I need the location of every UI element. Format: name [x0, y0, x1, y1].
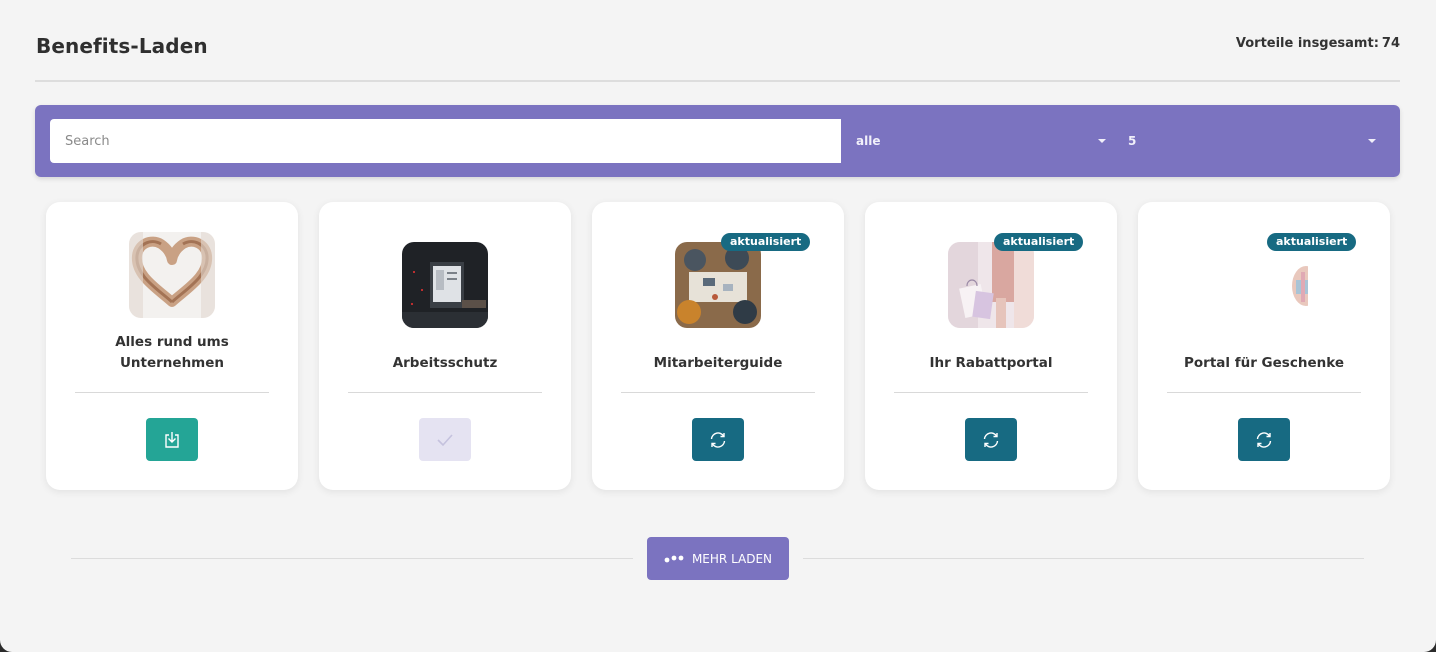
team-meeting-image: [675, 242, 761, 328]
check-icon: [437, 433, 453, 446]
benefits-store-page: Benefits-Laden Vorteile insgesamt:74 all…: [0, 0, 1436, 652]
heart-hands-image: [129, 232, 215, 318]
benefit-card: Alles rund ums Unternehmen: [46, 202, 298, 490]
refresh-icon: [710, 431, 726, 448]
benefit-card-title: Ihr Rabattportal: [929, 355, 1053, 371]
caret-down-icon: [1368, 139, 1376, 143]
benefits-total-label: Vorteile insgesamt:: [1235, 36, 1379, 51]
benefit-card: aktualisiert Portal für Geschenke: [1138, 202, 1390, 490]
benefit-card-title: Mitarbeiterguide: [653, 355, 783, 371]
page-size-select-value: 5: [1128, 134, 1137, 148]
card-divider: [621, 392, 815, 393]
card-divider: [1167, 392, 1361, 393]
benefit-card: Arbeitsschutz: [319, 202, 571, 490]
filter-bar: alle 5: [35, 105, 1400, 177]
page-header: Benefits-Laden Vorteile insgesamt: 74: [35, 32, 1400, 82]
load-more-divider-right: [803, 558, 1364, 559]
update-button[interactable]: [692, 418, 744, 461]
updated-badge: aktualisiert: [1267, 233, 1357, 251]
card-divider: [894, 392, 1088, 393]
benefit-card: aktualisiert Mitarbeiterguide: [592, 202, 844, 490]
search-input[interactable]: [50, 119, 841, 163]
benefit-card-title: Alles rund ums Unternehmen: [115, 334, 229, 371]
download-icon: [165, 431, 179, 448]
computer-desk-image: [402, 242, 488, 328]
benefit-card-title: Portal für Geschenke: [1184, 355, 1344, 371]
category-select[interactable]: alle: [856, 119, 1106, 163]
dots-icon: [664, 555, 684, 562]
benefit-card-title: Arbeitsschutz: [392, 355, 498, 371]
gift-image: [1284, 242, 1308, 328]
refresh-icon: [983, 431, 999, 448]
load-more-button[interactable]: MEHR LADEN: [647, 537, 789, 580]
caret-down-icon: [1098, 139, 1106, 143]
page-title: Benefits-Laden: [36, 34, 208, 58]
updated-badge: aktualisiert: [721, 233, 811, 251]
update-button[interactable]: [1238, 418, 1290, 461]
updated-badge: aktualisiert: [994, 233, 1084, 251]
card-divider: [75, 392, 269, 393]
card-divider: [348, 392, 542, 393]
install-button[interactable]: [146, 418, 198, 461]
category-select-value: alle: [856, 134, 881, 148]
load-more-divider-left: [71, 558, 633, 559]
load-more-label: MEHR LADEN: [691, 551, 773, 566]
refresh-icon: [1256, 431, 1272, 448]
benefits-total: Vorteile insgesamt: 74: [1236, 36, 1400, 51]
benefits-total-value: 74: [1381, 36, 1400, 51]
update-button[interactable]: [965, 418, 1017, 461]
installed-button[interactable]: [419, 418, 471, 461]
page-size-select[interactable]: 5: [1128, 119, 1376, 163]
benefit-card: aktualisiert Ihr Rabattportal: [865, 202, 1117, 490]
shopping-bags-image: [948, 242, 1034, 328]
